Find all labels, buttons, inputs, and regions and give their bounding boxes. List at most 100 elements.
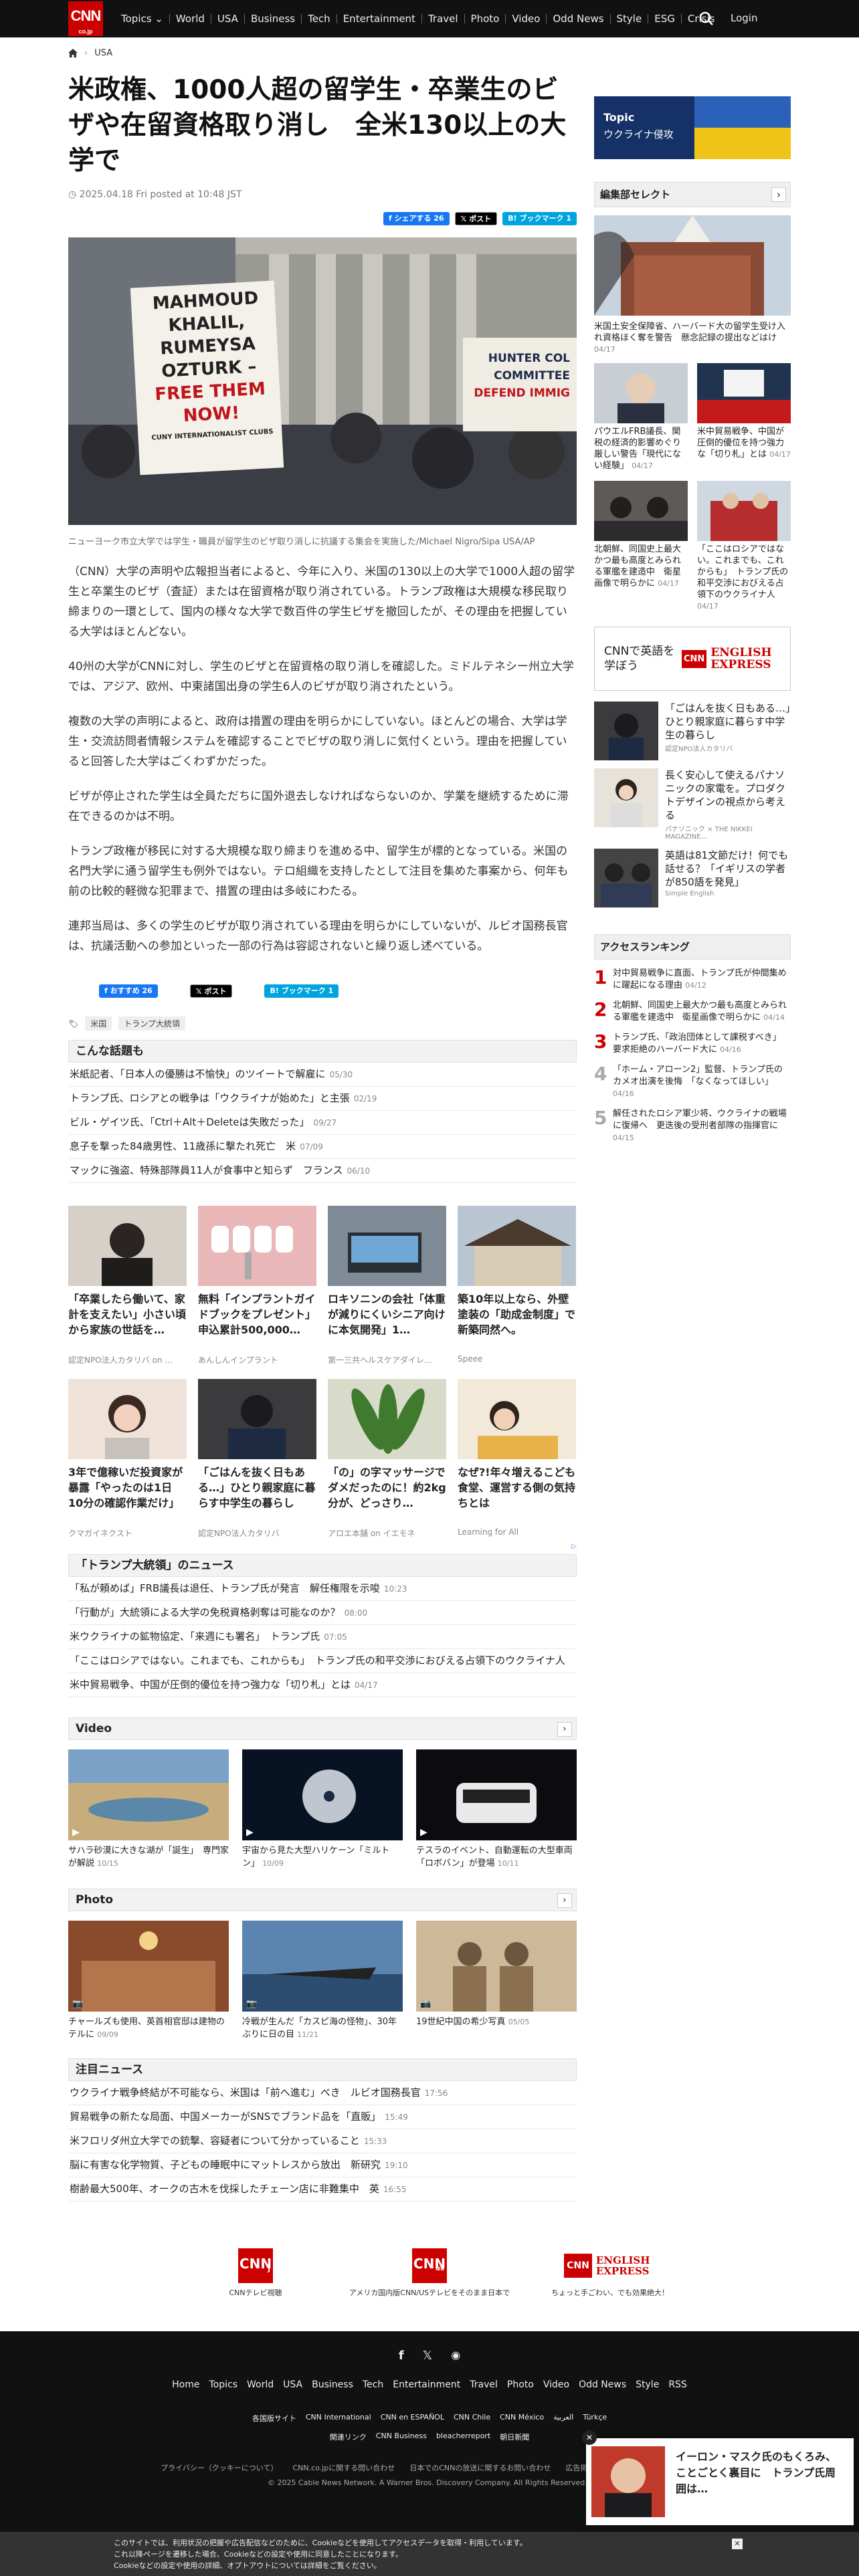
cnnus-banner[interactable]: CNN us アメリカ国内版CNN/USテレビをそのまま日本で: [343, 2248, 516, 2298]
chevron-right-icon[interactable]: ›: [557, 1722, 572, 1737]
facebook-share-button[interactable]: f シェアする 26: [383, 212, 450, 225]
nav-item[interactable]: Tech: [302, 14, 337, 24]
promo-card[interactable]: 築10年以上なら、外壁塗装の「助成金制度」で新築同然へ。 Speee: [458, 1206, 576, 1366]
photo-card[interactable]: 📷 チャールズも使用、英首相官邸は建物のテルに 09/09: [68, 1921, 229, 2041]
hatena-bookmark-button[interactable]: B! ブックマーク 1: [264, 984, 339, 998]
video-card[interactable]: ▶ サハラ砂漠に大きな湖が「誕生」 専門家が解説 10/15: [68, 1749, 229, 1870]
edition-link[interactable]: Türkçe: [583, 2413, 607, 2424]
nav-item[interactable]: Travel: [422, 14, 465, 24]
related-link[interactable]: 朝日新聞: [500, 2432, 529, 2442]
list-item[interactable]: トランプ氏、ロシアとの戦争は「ウクライナが始めた」と主張 02/19: [68, 1087, 577, 1111]
edition-link[interactable]: CNN International: [306, 2413, 371, 2424]
promo-item[interactable]: 英語は81文節だけ！何でも話せる？「イギリスの学者が850語を発見」 Simple…: [594, 849, 791, 907]
english-express-banner[interactable]: CNN ENGLISH EXPRESS ちょっと手ごわい、でも効果絶大！: [543, 2248, 677, 2298]
footer-nav-item[interactable]: World: [247, 2379, 274, 2390]
editor-card[interactable]: 米中貿易戦争、中国が圧倒的優位を持つ強力な「切り札」とは 04/17: [697, 363, 791, 471]
editor-card[interactable]: パウエルFRB議長、関税の経済的影響めぐり厳しい警告「現代にない経験」 04/1…: [594, 363, 688, 471]
footer-nav-item[interactable]: Topics: [209, 2379, 238, 2390]
policy-link[interactable]: プライバシー（クッキーについて）: [161, 2462, 278, 2473]
list-item[interactable]: 米中貿易戦争、中国が圧倒的優位を持つ強力な「切り札」とは 04/17: [68, 1673, 577, 1697]
list-item[interactable]: 「ここはロシアではない。これまでも、これからも」 トランプ氏の和平交渉におびえる…: [68, 1649, 577, 1673]
facebook-recommend-button[interactable]: f おすすめ 26: [99, 984, 158, 998]
footer-nav-item[interactable]: RSS: [668, 2379, 687, 2390]
english-express-ad[interactable]: CNNで英語を学ぼう CNN ENGLISH EXPRESS: [594, 627, 791, 691]
ranking-item[interactable]: 5 解任されたロシア軍少将、ウクライナの戦場に復帰へ 更迭後の受刑者部隊の指揮官に…: [594, 1108, 791, 1144]
policy-link[interactable]: CNN.co.jpに関する問い合わせ: [292, 2462, 395, 2473]
nav-item[interactable]: Entertainment: [337, 14, 422, 24]
topic-banner[interactable]: Topic ウクライナ侵攻: [594, 96, 791, 159]
promo-item[interactable]: 長く安心して使えるパナソニックの家電を。プロダクトデザインの視点から考える パナソ…: [594, 768, 791, 841]
search-icon[interactable]: [698, 11, 714, 27]
nav-item[interactable]: Odd News: [547, 14, 611, 24]
facebook-icon[interactable]: f: [399, 2349, 404, 2363]
nav-item[interactable]: USA: [211, 14, 245, 24]
footer-nav-item[interactable]: Travel: [470, 2379, 498, 2390]
related-link[interactable]: CNN Business: [376, 2432, 427, 2442]
list-item[interactable]: 「私が頼めば」FRB議長は退任、トランプ氏が発言 解任権限を示唆 10:23: [68, 1577, 577, 1601]
nav-item[interactable]: Video: [506, 14, 547, 24]
rss-icon[interactable]: ◉: [451, 2349, 460, 2363]
nav-item[interactable]: Topics ⌄: [115, 14, 170, 24]
edition-link[interactable]: CNN en ESPAÑOL: [381, 2413, 444, 2424]
home-icon[interactable]: [68, 49, 78, 58]
promo-card[interactable]: 「卒業したら働いて、家計を支えたい」小さい頃から家族の世話を… 認定NPO法人カタ…: [68, 1206, 187, 1366]
x-post-button[interactable]: 𝕏 ポスト: [189, 984, 233, 998]
chevron-right-icon[interactable]: ›: [771, 187, 786, 202]
nav-item[interactable]: World: [170, 14, 211, 24]
footer-nav-item[interactable]: Business: [312, 2379, 353, 2390]
list-item[interactable]: ビル・ゲイツ氏、「Ctrl＋Alt＋Deleteは失敗だった」 09/27: [68, 1111, 577, 1135]
video-card[interactable]: ▶ テスラのイベント、自動運転の大型車両「ロボバン」が登場 10/11: [416, 1749, 577, 1870]
nav-item[interactable]: ESG: [648, 14, 682, 24]
promo-card[interactable]: ロキソニンの会社「体重が減りにくいシニア向けに本気開発」1… 第一三共ヘルスケアダ…: [328, 1206, 446, 1366]
promo-card[interactable]: なぜ?!年々増えるこども食堂、運営する側の気持ちとは Learning for A…: [458, 1379, 576, 1539]
edition-link[interactable]: CNN México: [500, 2413, 544, 2424]
footer-nav-item[interactable]: Style: [636, 2379, 659, 2390]
list-item[interactable]: ウクライナ戦争終結が不可能なら、米国は「前へ進む」べき ルビオ国務長官 17:56: [68, 2081, 577, 2105]
ranking-item[interactable]: 1 対中貿易戦争に直面、トランプ氏が仲間集めに躍起になる理由 04/12: [594, 968, 791, 992]
x-post-button[interactable]: 𝕏 ポスト: [454, 212, 498, 225]
footer-nav-item[interactable]: Home: [172, 2379, 199, 2390]
footer-nav-item[interactable]: USA: [283, 2379, 302, 2390]
promo-card[interactable]: 3年で億稼いだ投資家が暴露「やったのは1日10分の確認作業だけ」 クマガイネクスト: [68, 1379, 187, 1539]
edition-link[interactable]: CNN Chile: [454, 2413, 490, 2424]
chevron-right-icon[interactable]: ›: [557, 1893, 572, 1908]
promo-card[interactable]: 「の」の字マッサージでダメだったのに！約2kg分が、どっさり… アロエ本舗 on …: [328, 1379, 446, 1539]
video-card[interactable]: ▶ 宇宙から見た大型ハリケーン「ミルトン」 10/09: [242, 1749, 403, 1870]
list-item[interactable]: マックに強盗、特殊部隊員11人が食事中と知らず フランス 06/10: [68, 1159, 577, 1183]
login-link[interactable]: Login: [731, 12, 757, 24]
policy-link[interactable]: 日本でのCNNの放送に関するお問い合わせ: [409, 2462, 551, 2473]
editor-card[interactable]: 「ここはロシアではない。これまでも、これからも」 トランプ氏の和平交渉におびえる…: [697, 481, 791, 612]
footer-nav-item[interactable]: Photo: [507, 2379, 534, 2390]
footer-nav-item[interactable]: Video: [543, 2379, 569, 2390]
promo-card[interactable]: 無料「インプラントガイドブックをプレゼント」申込累計500,000… あんしんイン…: [198, 1206, 316, 1366]
footer-nav-item[interactable]: Odd News: [579, 2379, 626, 2390]
photo-card[interactable]: 📷 19世紀中国の希少写真 05/05: [416, 1921, 577, 2041]
cnnj-banner[interactable]: CNN j CNNテレビ視聴: [195, 2248, 316, 2298]
photo-card[interactable]: 📷 冷戦が生んだ「カスピ海の怪物」、30年ぶりに日の目 11/21: [242, 1921, 403, 2041]
list-item[interactable]: 米フロリダ州立大学での銃撃、容疑者について分かっていること 15:33: [68, 2129, 577, 2153]
list-item[interactable]: 脳に有害な化学物質、子どもの睡眠中にマットレスから放出 新研究 19:10: [68, 2153, 577, 2177]
x-icon[interactable]: 𝕏: [423, 2349, 433, 2363]
nav-item[interactable]: Photo: [465, 14, 506, 24]
list-item[interactable]: 貿易戦争の新たな局面、中国メーカーがSNSでブランド品を「直販」 15:49: [68, 2105, 577, 2129]
close-icon[interactable]: ✕: [732, 2539, 743, 2549]
close-icon[interactable]: ✕: [582, 2430, 597, 2445]
footer-nav-item[interactable]: Entertainment: [393, 2379, 460, 2390]
nav-item[interactable]: Style: [611, 14, 649, 24]
list-item[interactable]: 樹齢最大500年、オークの古木を伐採したチェーン店に非難集中 英 16:55: [68, 2177, 577, 2202]
editor-card[interactable]: 北朝鮮、同国史上最大かつ最も高度とみられる軍艦を建造中 衛星画像で明らかに 04…: [594, 481, 688, 612]
nav-item[interactable]: Business: [245, 14, 302, 24]
list-item[interactable]: 米紙記者、「日本人の優勝は不愉快」のツイートで解雇に 05/30: [68, 1063, 577, 1087]
footer-nav-item[interactable]: Tech: [363, 2379, 383, 2390]
tag[interactable]: トランプ大統領: [118, 1016, 185, 1031]
promo-item[interactable]: 「ごはんを抜く日もある…」ひとり親家庭に暮らす中学生の暮らし 認定NPO法人カタリ…: [594, 702, 791, 760]
related-link[interactable]: bleacherreport: [436, 2432, 490, 2442]
breadcrumb-section[interactable]: USA: [94, 48, 112, 58]
cnn-logo[interactable]: CNN co.jp: [68, 1, 103, 36]
editor-lead-card[interactable]: 米国土安全保障省、ハーバード大の留学生受け入れ資格ほく奪を警告 懸念記録の提出な…: [594, 215, 791, 355]
tag[interactable]: 米国: [85, 1016, 112, 1031]
list-item[interactable]: 米ウクライナの鉱物協定、「来週にも署名」 トランプ氏 07:05: [68, 1625, 577, 1649]
ad-choices-icon[interactable]: ▷: [68, 1543, 577, 1550]
ranking-item[interactable]: 3 トランプ氏、「政治団体として課税すべき」 要求拒絶のハーバード大に 04/16: [594, 1032, 791, 1056]
ranking-item[interactable]: 4 「ホーム・アローン2」監督、トランプ氏のカメオ出演を後悔 「なくなってほしい」…: [594, 1064, 791, 1100]
